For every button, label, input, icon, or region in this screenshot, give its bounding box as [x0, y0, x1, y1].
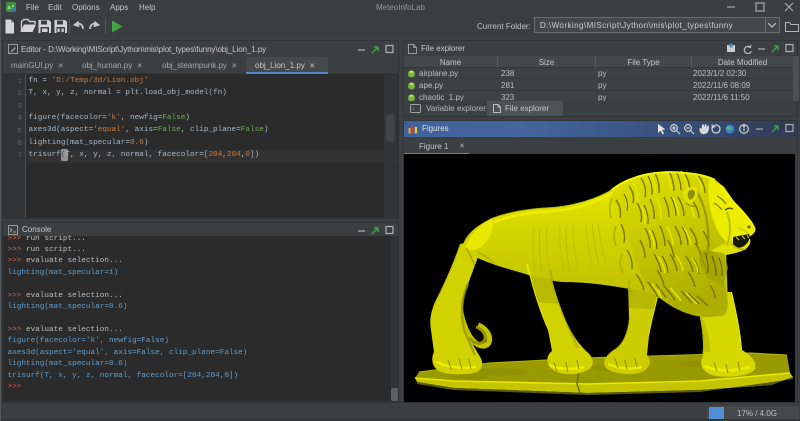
- svg-text:=: =: [412, 107, 415, 113]
